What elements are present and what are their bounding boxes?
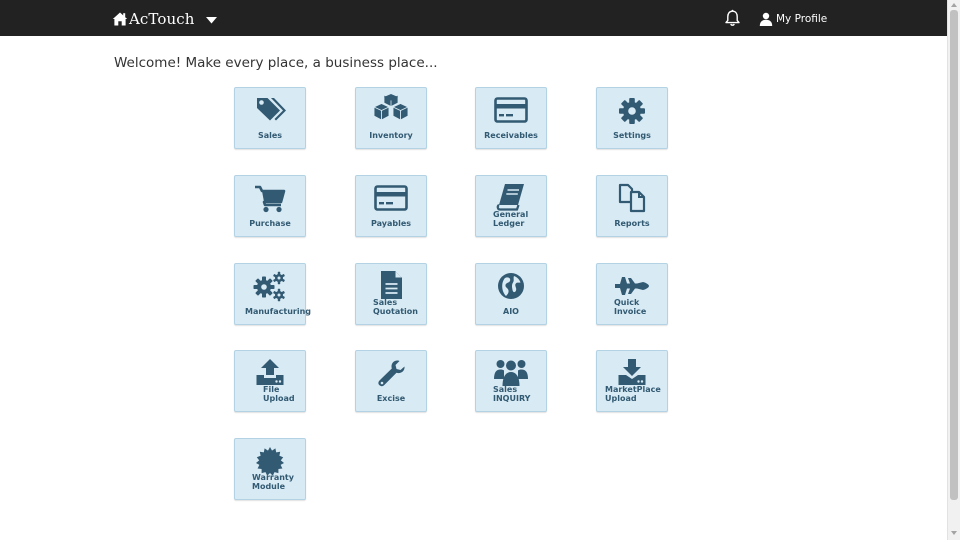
tile-label: Purchase bbox=[249, 219, 291, 228]
file-text-icon bbox=[381, 271, 402, 299]
tile-label: AIO bbox=[503, 307, 519, 316]
tile-warranty-module[interactable]: Warranty Module bbox=[234, 438, 306, 500]
tile-quick-invoice[interactable]: Quick Invoice bbox=[596, 263, 668, 325]
welcome-message: Welcome! Make every place, a business pl… bbox=[114, 55, 438, 71]
tile-purchase[interactable]: Purchase bbox=[234, 175, 306, 237]
tile-sales-inquiry[interactable]: Sales INQUIRY bbox=[475, 350, 547, 412]
upload-icon bbox=[256, 359, 284, 385]
tile-marketplace-upload[interactable]: MarketPlace Upload bbox=[596, 350, 668, 412]
tags-icon bbox=[257, 98, 286, 121]
scroll-up-arrow-icon[interactable] bbox=[951, 3, 957, 7]
tile-label: Quick Invoice bbox=[614, 298, 647, 316]
wrench-icon bbox=[378, 360, 405, 387]
tile-label: Payables bbox=[370, 219, 412, 228]
fighter-jet-icon bbox=[615, 277, 649, 295]
tile-general-ledger[interactable]: General Ledger bbox=[475, 175, 547, 237]
gear-icon bbox=[619, 98, 645, 124]
home-icon bbox=[112, 12, 128, 26]
tile-sales-quotation[interactable]: Sales Quotation bbox=[355, 263, 427, 325]
tile-sales[interactable]: Sales bbox=[234, 87, 306, 149]
tile-label: Inventory bbox=[369, 131, 413, 140]
scrollbar-thumb[interactable] bbox=[950, 10, 958, 500]
brand-dropdown[interactable]: AcTouch bbox=[112, 9, 217, 29]
top-navbar: AcTouch My Profile bbox=[0, 0, 947, 36]
bell-icon[interactable] bbox=[724, 9, 741, 27]
caret-down-icon bbox=[205, 17, 217, 24]
book-icon bbox=[496, 184, 524, 211]
tile-label: Excise bbox=[376, 394, 406, 403]
tile-label: Sales Quotation bbox=[373, 298, 418, 316]
users-icon bbox=[494, 360, 528, 386]
tile-label: General Ledger bbox=[493, 210, 529, 228]
tile-excise[interactable]: Excise bbox=[355, 350, 427, 412]
tile-receivables[interactable]: Receivables bbox=[475, 87, 547, 149]
cogs-icon bbox=[253, 271, 285, 302]
tile-label: Warranty Module bbox=[252, 473, 294, 491]
tile-settings[interactable]: Settings bbox=[596, 87, 668, 149]
brand-name: AcTouch bbox=[129, 10, 195, 28]
tile-label: Sales bbox=[257, 131, 283, 140]
tile-label: Sales INQUIRY bbox=[493, 385, 531, 403]
tile-file-upload[interactable]: File Upload bbox=[234, 350, 306, 412]
profile-menu[interactable]: My Profile bbox=[759, 11, 827, 27]
tile-aio[interactable]: AIO bbox=[475, 263, 547, 325]
tile-label: Manufacturing bbox=[245, 307, 311, 316]
credit-card-icon bbox=[494, 97, 528, 123]
shopping-cart-icon bbox=[255, 185, 286, 213]
credit-card-icon bbox=[374, 185, 408, 211]
user-icon bbox=[759, 12, 773, 26]
certificate-icon bbox=[256, 447, 284, 476]
vertical-scrollbar[interactable] bbox=[947, 0, 960, 540]
tile-inventory[interactable]: Inventory bbox=[355, 87, 427, 149]
tile-label: MarketPlace Upload bbox=[605, 385, 661, 403]
tile-label: Receivables bbox=[484, 131, 538, 140]
tile-label: Settings bbox=[613, 131, 651, 140]
copy-icon bbox=[618, 183, 646, 213]
profile-label: My Profile bbox=[776, 13, 828, 25]
tile-reports[interactable]: Reports bbox=[596, 175, 668, 237]
cubes-icon bbox=[373, 94, 409, 121]
scroll-down-arrow-icon[interactable] bbox=[951, 531, 957, 535]
download-icon bbox=[618, 359, 646, 385]
tile-payables[interactable]: Payables bbox=[355, 175, 427, 237]
tile-label: File Upload bbox=[263, 385, 295, 403]
tile-manufacturing[interactable]: Manufacturing bbox=[234, 263, 311, 325]
tile-label: Reports bbox=[614, 219, 650, 228]
globe-icon bbox=[498, 273, 524, 299]
